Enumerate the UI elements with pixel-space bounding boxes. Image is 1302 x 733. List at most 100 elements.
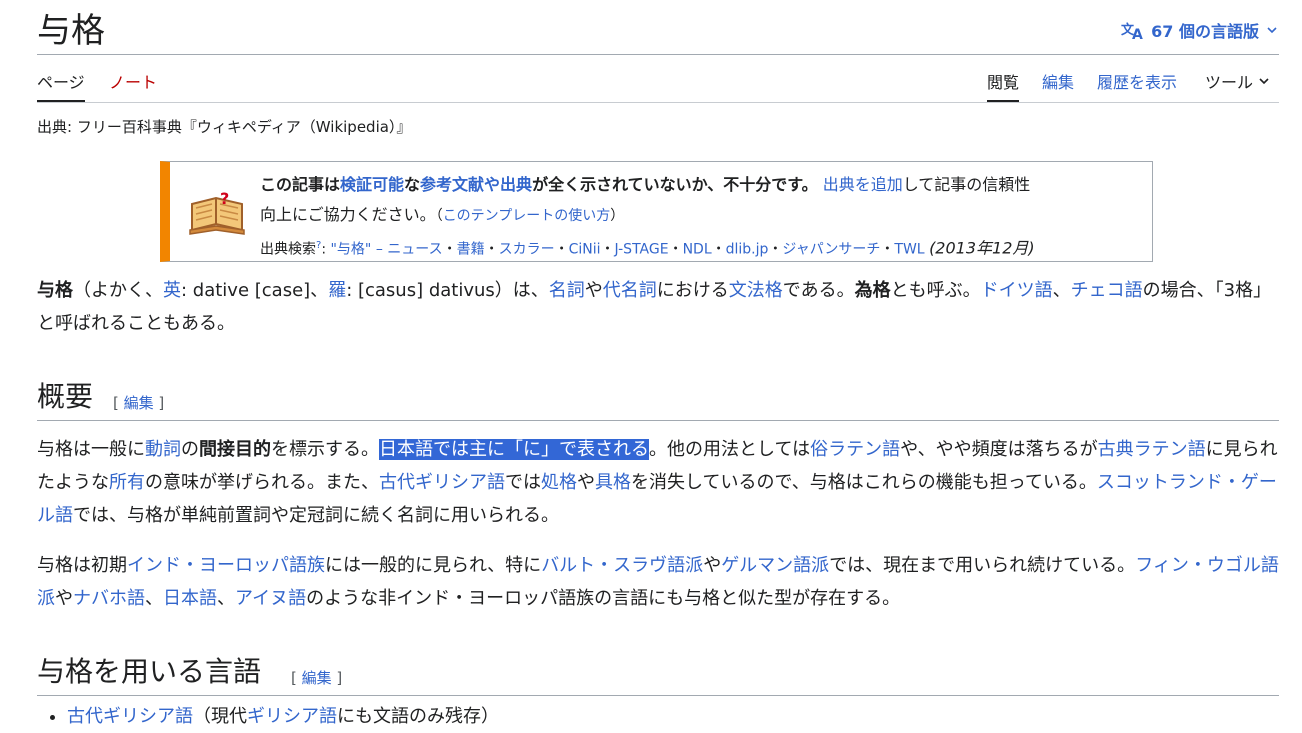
text: 、 — [217, 588, 235, 609]
link-german[interactable]: ドイツ語 — [981, 280, 1053, 301]
tabs-bar: ページ ノート 閲覧 編集 履歴を表示 ツール — [37, 55, 1279, 103]
citation-needed-notice: ? この記事は検証可能な参考文献や出典が全く示されていないか、不十分です。 出典… — [160, 161, 1153, 262]
separator: ・ — [554, 241, 569, 258]
section-edit-link[interactable]: [ 編集 ] — [291, 667, 342, 688]
link-balto-slavic[interactable]: バルト・スラヴ語派 — [541, 555, 703, 576]
text: では — [505, 472, 541, 493]
title-bar: 与格 文A 67 個の言語版 — [37, 0, 1279, 55]
separator: ・ — [600, 241, 615, 258]
link-pronoun[interactable]: 代名詞 — [603, 280, 657, 301]
source-link-cinii[interactable]: CiNii — [569, 242, 601, 258]
site-subtitle: 出典: フリー百科事典『ウィキペディア（Wikipedia）』 — [37, 118, 412, 136]
separator: ・ — [442, 241, 457, 258]
link-possession[interactable]: 所有 — [109, 472, 145, 493]
notice-text: この記事は検証可能な参考文献や出典が全く示されていないか、不十分です。 出典を追… — [260, 170, 1140, 263]
notice-text-e: が全く示されていないか、不十分です。 — [532, 175, 818, 194]
text: や — [703, 555, 722, 576]
text: とも呼ぶ。 — [890, 280, 981, 301]
separator: ・ — [484, 241, 499, 258]
overview-paragraph-2: 与格は初期インド・ヨーロッパ語族には一般的に見られ、特にバルト・スラヴ語派やゲル… — [37, 549, 1279, 615]
notice-line-2: 向上にご協力ください。（このテンプレートの使い方） — [260, 200, 1140, 231]
link-ancient-greek[interactable]: 古代ギリシア語 — [379, 472, 505, 493]
text: 、 — [1052, 280, 1071, 301]
tab-read[interactable]: 閲覧 — [987, 72, 1020, 102]
notice-line-1: この記事は検証可能な参考文献や出典が全く示されていないか、不十分です。 出典を追… — [260, 170, 1140, 200]
notice-date: (2013年12月) — [929, 238, 1035, 258]
source-link-japansearch[interactable]: ジャパンサーチ — [782, 242, 880, 258]
notice-paren-close: ） — [610, 208, 625, 224]
link-english[interactable]: 英 — [163, 280, 181, 301]
link-navajo[interactable]: ナバホ語 — [73, 588, 145, 609]
chevron-down-icon — [1257, 72, 1271, 94]
bracket: ] — [331, 669, 343, 687]
text: の — [181, 439, 199, 460]
link-ainu[interactable]: アイヌ語 — [235, 588, 306, 609]
language-count-label: 67 個の言語版 — [1151, 22, 1259, 41]
edit-link[interactable]: 編集 — [302, 669, 332, 687]
source-link-jstage[interactable]: J-STAGE — [615, 242, 669, 258]
link-classical-latin[interactable]: 古典ラテン語 — [1098, 439, 1206, 460]
text: や — [577, 472, 595, 493]
section-edit-link[interactable]: [ 編集 ] — [113, 392, 164, 413]
tab-history[interactable]: 履歴を表示 — [1097, 72, 1177, 100]
term-bold: 与格 — [37, 280, 73, 301]
article-page: 与格 文A 67 個の言語版 ページ ノート 閲覧 編集 履歴を表示 ツール 出… — [37, 0, 1279, 727]
source-link-books[interactable]: 書籍 — [457, 242, 485, 258]
text: である。 — [782, 280, 855, 301]
text: や、やや頻度は落ちるが — [900, 439, 1098, 460]
selected-text: 日本語では主に「に」で表される — [379, 439, 649, 460]
section-heading-overview: 概要 [ 編集 ] — [37, 379, 1279, 421]
link-references[interactable]: 参考文献や出典 — [420, 175, 532, 194]
notice-text-c: な — [404, 175, 421, 194]
link-latin[interactable]: 羅 — [328, 280, 346, 301]
link-noun[interactable]: 名詞 — [549, 280, 585, 301]
source-link-dlib[interactable]: dlib.jp — [726, 242, 769, 258]
bracket: [ — [291, 669, 302, 687]
text: : dative [case]、 — [181, 280, 329, 301]
source-link-ndl[interactable]: NDL — [683, 242, 712, 258]
link-instrumental[interactable]: 具格 — [595, 472, 631, 493]
section-title: 与格を用いる言語 — [37, 655, 262, 688]
source-link-news[interactable]: "与格" – ニュース — [330, 242, 442, 258]
language-button[interactable]: 文A 67 個の言語版 — [1121, 18, 1279, 42]
text: （現代 — [193, 706, 247, 727]
link-grammatical-case[interactable]: 文法格 — [729, 280, 783, 301]
section-title: 概要 — [37, 380, 94, 413]
translate-icon: 文A — [1121, 20, 1145, 40]
text: では、与格が単純前置詞や定冠詞に続く名詞に用いられる。 — [73, 505, 559, 526]
link-greek[interactable]: ギリシア語 — [247, 706, 337, 727]
separator: ・ — [880, 241, 895, 258]
source-link-twl[interactable]: TWL — [894, 242, 924, 258]
source-search-line: 出典検索?: "与格" – ニュース・書籍・スカラー・CiNii・J-STAGE… — [260, 231, 1140, 263]
link-japanese[interactable]: 日本語 — [163, 588, 217, 609]
text: や — [55, 588, 73, 609]
text: を標示する。 — [271, 439, 379, 460]
link-ancient-greek[interactable]: 古代ギリシア語 — [67, 706, 193, 727]
tab-tools[interactable]: ツール — [1205, 72, 1271, 100]
text: や — [584, 280, 603, 301]
link-verb[interactable]: 動詞 — [145, 439, 181, 460]
source-link-scholar[interactable]: スカラー — [499, 242, 555, 258]
link-czech[interactable]: チェコ語 — [1071, 280, 1143, 301]
tab-page[interactable]: ページ — [37, 72, 85, 102]
link-add-citation[interactable]: 出典を追加 — [823, 175, 903, 194]
text: 、 — [145, 588, 163, 609]
book-question-icon: ? — [188, 186, 246, 240]
text: には一般的に見られ、特に — [325, 555, 542, 576]
separator: ・ — [768, 241, 783, 258]
link-vulgar-latin[interactable]: 俗ラテン語 — [810, 439, 900, 460]
notice-text-l2a: 向上にご協力ください。 — [260, 205, 436, 224]
link-germanic[interactable]: ゲルマン語派 — [721, 555, 829, 576]
separator: ・ — [711, 241, 726, 258]
svg-text:?: ? — [220, 189, 229, 208]
text: を消失しているので、与格はこれらの機能も担っている。 — [631, 472, 1097, 493]
text: : [casus] dativus）は、 — [346, 280, 549, 301]
tab-note[interactable]: ノート — [109, 72, 157, 100]
list-item: 古代ギリシア語（現代ギリシア語にも文語のみ残存） — [67, 700, 499, 733]
link-verifiability[interactable]: 検証可能 — [340, 175, 404, 194]
link-locative[interactable]: 処格 — [541, 472, 577, 493]
link-template-usage[interactable]: このテンプレートの使い方 — [443, 208, 611, 224]
link-indo-european[interactable]: インド・ヨーロッパ語族 — [127, 555, 325, 576]
tab-edit[interactable]: 編集 — [1042, 72, 1074, 100]
edit-link[interactable]: 編集 — [124, 394, 154, 412]
